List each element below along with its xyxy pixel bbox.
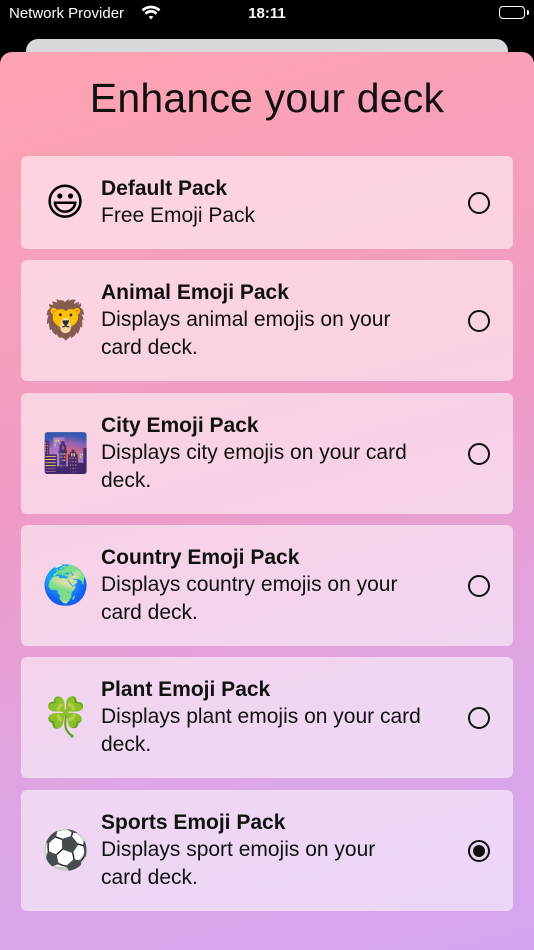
status-bar: Network Provider 18:11 [0, 0, 534, 30]
pack-radio-button[interactable] [468, 192, 490, 214]
city-icon: 🌆 [42, 433, 90, 475]
pack-option[interactable]: 🌆 City Emoji Pack Displays city emojis on … [21, 393, 513, 514]
sheet-title: Enhance your deck [89, 75, 445, 121]
soccer-ball-icon: ⚽ [42, 830, 90, 872]
enhance-deck-sheet: Enhance your deck 😃 Default Pack Free Emoj… [0, 52, 534, 950]
pack-name: City Emoji Pack [101, 414, 259, 437]
clover-icon: 🍀 [42, 697, 90, 739]
pack-description: Displays sport emojis on your card deck. [101, 838, 376, 889]
pack-name: Animal Emoji Pack [101, 281, 289, 304]
pack-option[interactable]: 🌍 Country Emoji Pack Displays country emoj… [21, 525, 513, 646]
battery-icon [499, 6, 529, 19]
pack-option[interactable]: 🍀 Plant Emoji Pack Displays plant emojis o… [21, 657, 513, 778]
lion-icon: 🦁 [42, 300, 90, 342]
pack-radio-button[interactable] [468, 707, 490, 729]
pack-radio-button[interactable] [468, 443, 490, 465]
pack-name: Country Emoji Pack [101, 546, 300, 569]
pack-description: Displays city emojis on your card deck. [101, 441, 407, 492]
pack-option[interactable]: 🦁 Animal Emoji Pack Displays animal emojis… [21, 260, 513, 381]
smiley-icon: 😃 [45, 182, 85, 224]
pack-description: Displays plant emojis on your card deck. [101, 705, 421, 756]
globe-icon: 🌍 [42, 565, 90, 607]
pack-radio-button[interactable] [468, 310, 490, 332]
pack-name: Default Pack [101, 177, 228, 200]
pack-radio-button[interactable] [468, 840, 490, 862]
pack-option[interactable]: 😃 Default Pack Free Emoji Pack [21, 156, 513, 249]
pack-description: Displays country emojis on your card dec… [101, 573, 398, 624]
pack-name: Sports Emoji Pack [101, 811, 286, 834]
pack-radio-button[interactable] [468, 575, 490, 597]
pack-name: Plant Emoji Pack [101, 678, 271, 701]
pack-description: Displays animal emojis on your card deck… [101, 308, 391, 359]
pack-option[interactable]: ⚽ Sports Emoji Pack Displays sport emojis … [21, 790, 513, 911]
clock-time: 18:11 [248, 5, 286, 22]
pack-description: Free Emoji Pack [101, 204, 256, 227]
